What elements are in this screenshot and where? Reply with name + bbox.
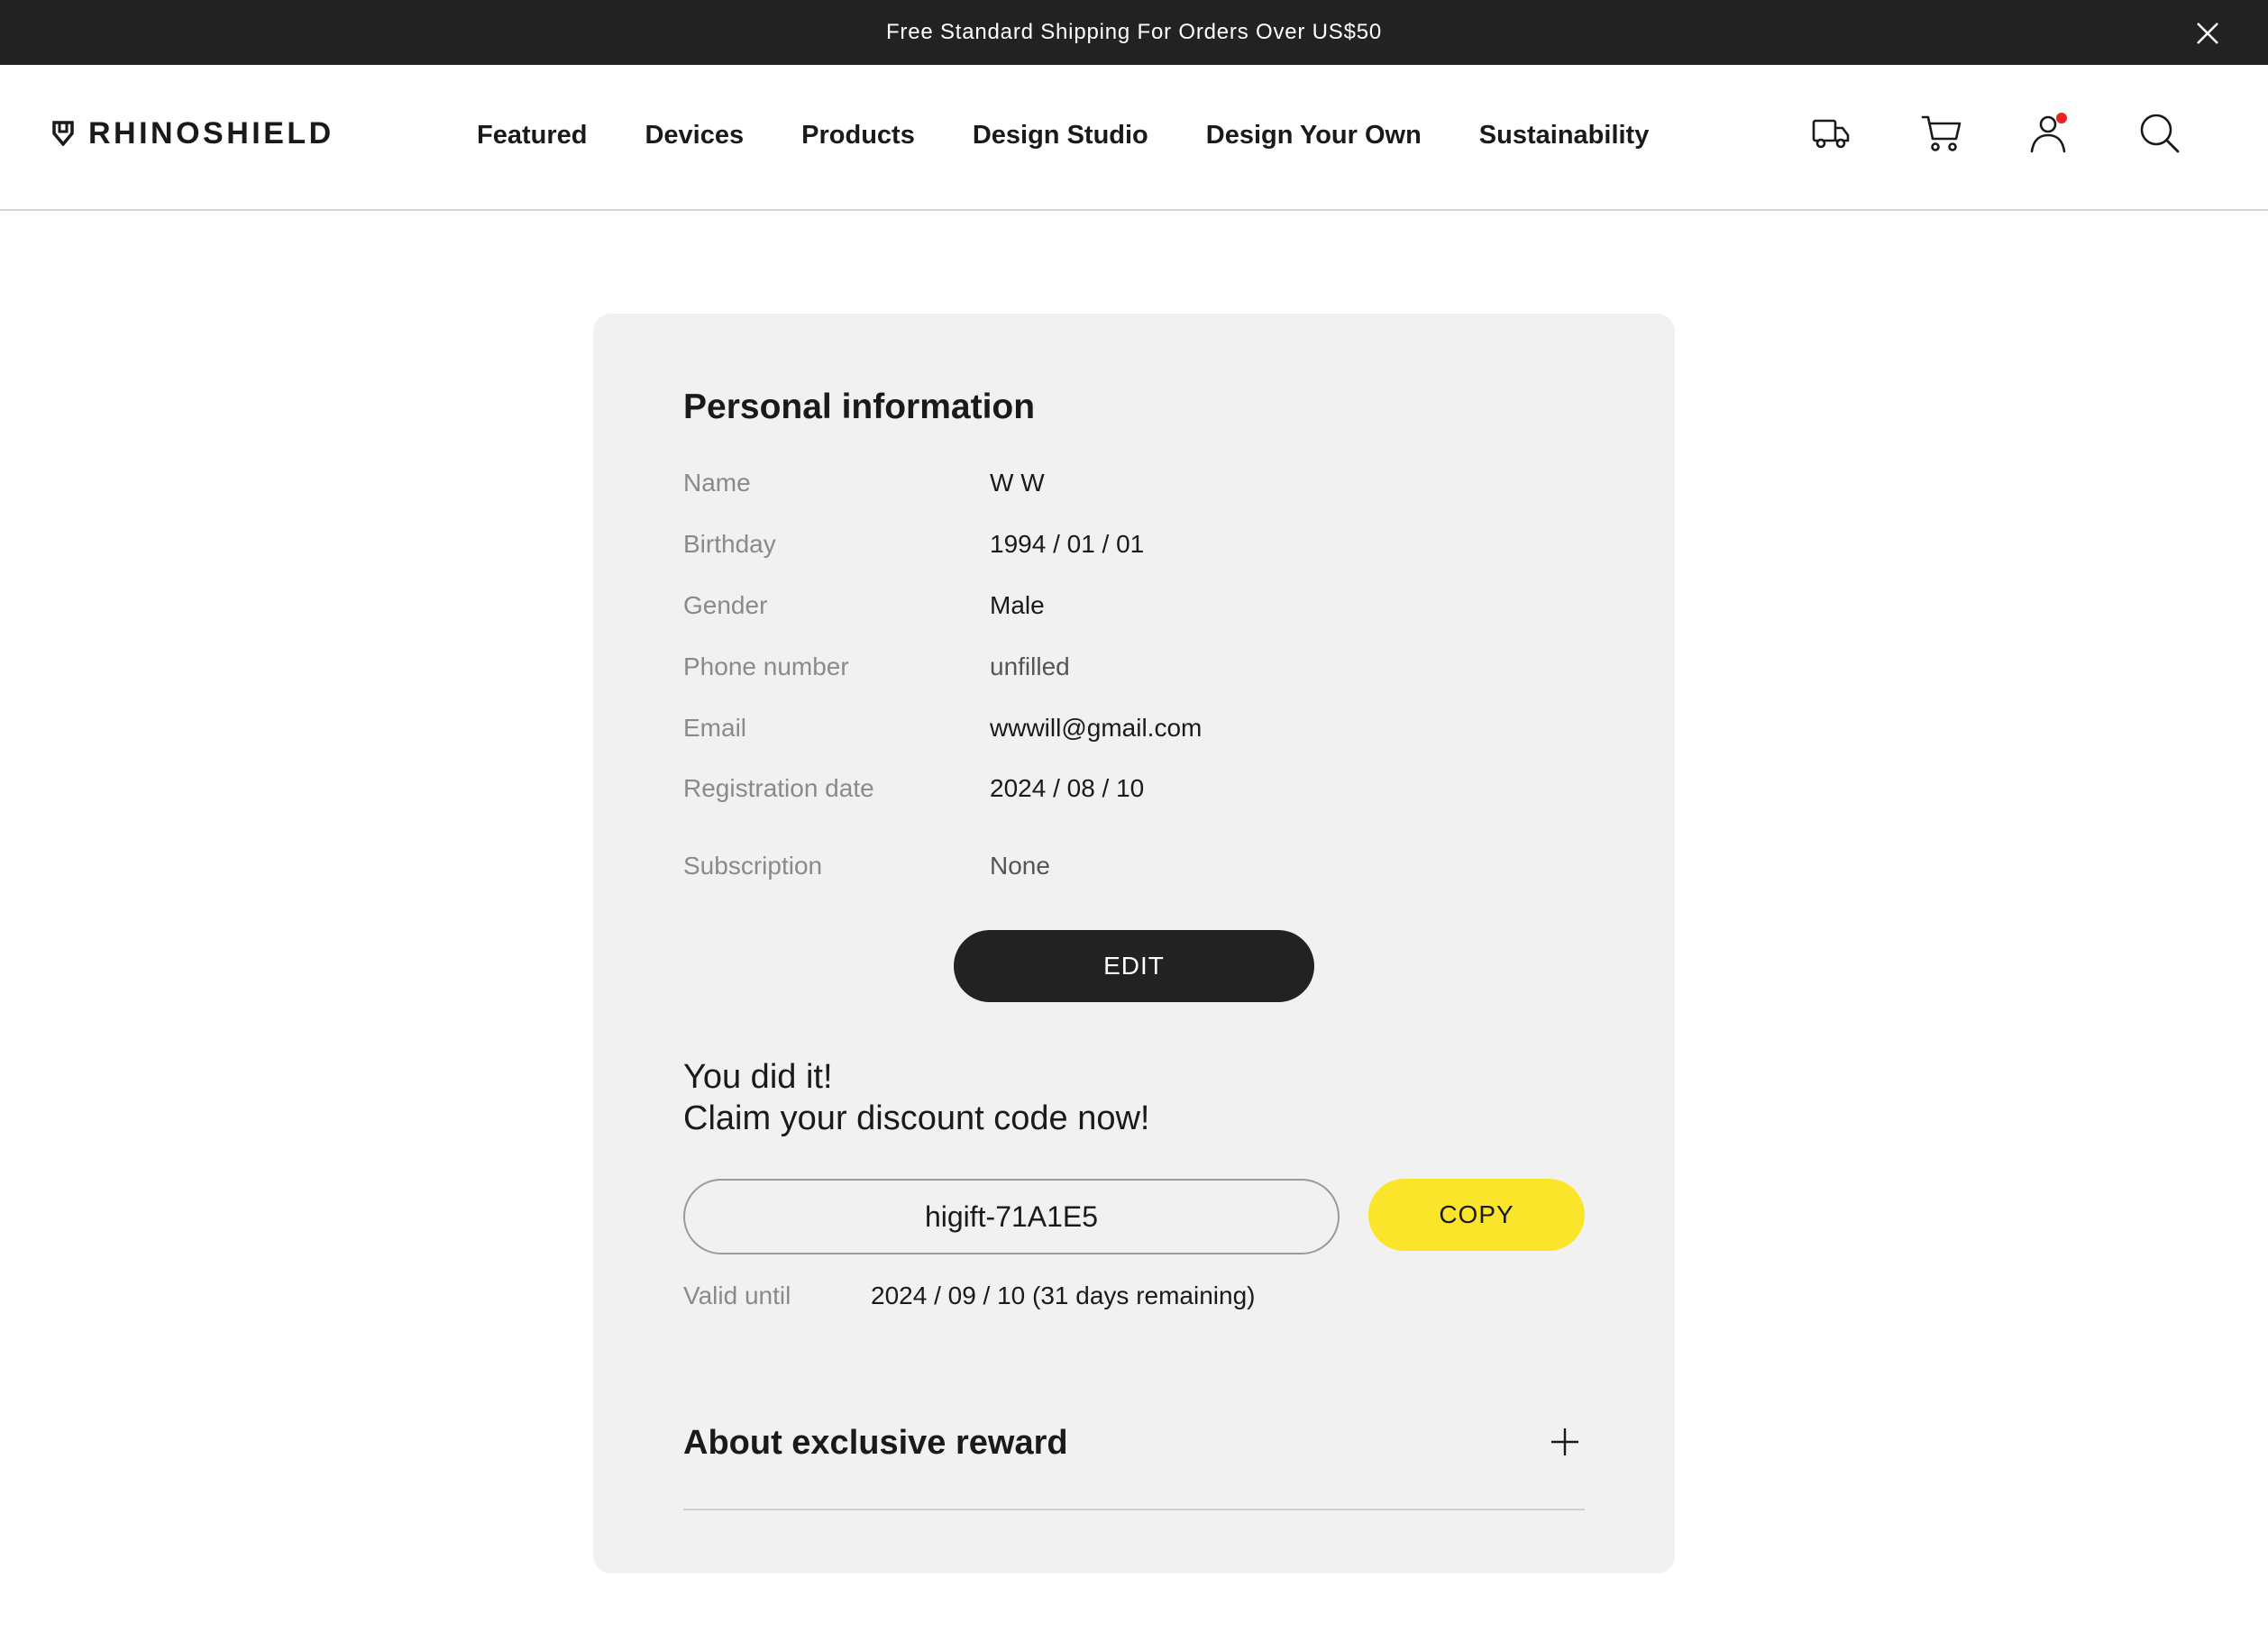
info-value: Male	[990, 591, 1045, 619]
info-row-gender: Gender Male	[683, 591, 1585, 627]
info-label: Email	[683, 714, 747, 742]
promo-bar: Free Standard Shipping For Orders Over U…	[0, 0, 2268, 65]
user-icon[interactable]	[2028, 112, 2071, 155]
info-value: wwwill@gmail.com	[990, 714, 1203, 742]
discount-subline: Claim your discount code now!	[683, 1099, 1150, 1137]
info-row-name: Name W W	[683, 469, 1585, 505]
site-header: RHINOSHIELD Featured Devices Products De…	[0, 65, 2268, 211]
info-row-email: Email wwwill@gmail.com	[683, 714, 1585, 750]
header-icons	[0, 112, 2268, 159]
close-icon[interactable]	[2196, 22, 2219, 45]
truck-icon[interactable]	[1810, 112, 1853, 155]
info-label: Gender	[683, 591, 768, 619]
discount-headline: You did it!	[683, 1058, 833, 1096]
notification-dot	[2056, 113, 2067, 123]
edit-button[interactable]: EDIT	[954, 930, 1314, 1002]
info-label: Phone number	[683, 652, 849, 680]
info-value: W W	[990, 469, 1045, 497]
info-value: unfilled	[990, 652, 1070, 680]
exclusive-reward-accordion[interactable]: About exclusive reward	[683, 1415, 1585, 1510]
info-label: Birthday	[683, 530, 776, 558]
plus-icon[interactable]	[1550, 1428, 1579, 1456]
discount-code-field[interactable]: higift-71A1E5	[683, 1179, 1340, 1254]
info-label: Registration date	[683, 774, 874, 802]
discount-message: You did it! Claim your discount code now…	[683, 1056, 1149, 1139]
info-row-subscription: Subscription None	[683, 852, 1585, 888]
info-row-birthday: Birthday 1994 / 01 / 01	[683, 530, 1585, 566]
info-row-phone: Phone number unfilled	[683, 652, 1585, 689]
valid-until-label: Valid until	[683, 1282, 791, 1309]
info-value: None	[990, 852, 1050, 880]
info-value: 1994 / 01 / 01	[990, 530, 1145, 558]
info-label: Name	[683, 469, 751, 497]
search-icon[interactable]	[2138, 112, 2181, 155]
info-value: 2024 / 08 / 10	[990, 774, 1145, 802]
account-card: Personal information Name W W Birthday 1…	[593, 314, 1675, 1573]
personal-info-title: Personal information	[683, 388, 1036, 426]
info-row-registration-date: Registration date 2024 / 08 / 10	[683, 774, 1585, 810]
info-label: Subscription	[683, 852, 823, 880]
valid-until-value: 2024 / 09 / 10 (31 days remaining)	[871, 1282, 1256, 1309]
promo-text: Free Standard Shipping For Orders Over U…	[885, 20, 1383, 44]
cart-icon[interactable]	[1920, 112, 1963, 155]
accordion-title: About exclusive reward	[683, 1424, 1068, 1462]
copy-button[interactable]: COPY	[1368, 1179, 1585, 1251]
